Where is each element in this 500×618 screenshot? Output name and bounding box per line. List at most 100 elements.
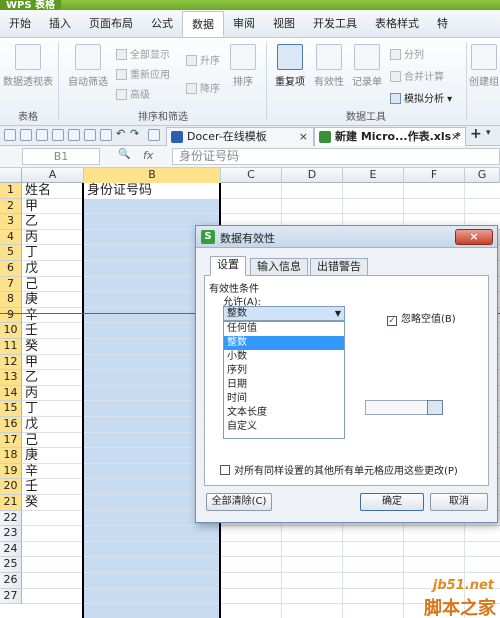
validity-button[interactable]: 有效性 xyxy=(312,44,346,88)
cell-a[interactable]: 乙 xyxy=(23,370,38,386)
column-header-a[interactable]: A xyxy=(22,168,84,183)
option-list[interactable]: 序列 xyxy=(224,364,344,378)
cell-a[interactable]: 丙 xyxy=(23,386,38,402)
row-header[interactable]: 16 xyxy=(0,417,22,433)
redo-icon[interactable]: ↷ xyxy=(130,127,142,140)
option-custom[interactable]: 自定义 xyxy=(224,420,344,434)
row-header[interactable]: 2 xyxy=(0,198,22,215)
zoom-icon[interactable]: 🔍 xyxy=(118,149,130,160)
doc-tab-workbook[interactable]: 新建 Micro...作表.xls * × xyxy=(314,127,466,146)
autofilter-button[interactable]: 自动筛选 xyxy=(64,44,112,88)
function-icon[interactable]: fx xyxy=(143,149,153,162)
cell-a[interactable]: 姓名 xyxy=(23,183,51,199)
cell-a[interactable]: 辛 xyxy=(23,308,38,324)
row-header[interactable]: 23 xyxy=(0,526,22,542)
create-group-button[interactable]: 创建组 xyxy=(468,44,500,88)
option-text-length[interactable]: 文本长度 xyxy=(224,406,344,420)
cell-a[interactable]: 壬 xyxy=(23,479,38,495)
cell-a[interactable]: 丁 xyxy=(23,401,38,417)
cell-a[interactable]: 乙 xyxy=(23,214,38,230)
row-header[interactable]: 15 xyxy=(0,401,22,417)
tab-page-layout[interactable]: 页面布局 xyxy=(80,10,142,37)
save-icon[interactable] xyxy=(36,129,48,141)
row-header[interactable]: 4 xyxy=(0,229,22,246)
quick-access-dropdown-icon[interactable] xyxy=(148,129,160,141)
new-tab-icon[interactable]: + xyxy=(470,126,482,142)
tab-more[interactable]: 特 xyxy=(428,10,457,37)
formula-input[interactable]: 身份证号码 xyxy=(172,148,500,165)
pivot-table-button[interactable]: 数据透视表 xyxy=(2,44,54,88)
cell-a[interactable]: 戊 xyxy=(23,261,38,277)
row-header[interactable]: 8 xyxy=(0,292,22,308)
cell-a[interactable]: 丙 xyxy=(23,230,38,246)
option-decimal[interactable]: 小数 xyxy=(224,350,344,364)
column-header-d[interactable]: D xyxy=(282,168,343,183)
row-header[interactable]: 12 xyxy=(0,354,22,371)
tab-settings[interactable]: 设置 xyxy=(210,256,246,276)
tab-developer[interactable]: 开发工具 xyxy=(304,10,366,37)
sort-ascending-button[interactable]: 升序 xyxy=(186,52,220,67)
sort-descending-button[interactable]: 降序 xyxy=(186,80,220,95)
advanced-filter-button[interactable]: 高级 xyxy=(116,86,150,101)
dialog-close-button[interactable]: × xyxy=(455,229,493,245)
consolidate-button[interactable]: 合并计算 xyxy=(390,68,444,83)
cell-a[interactable]: 戊 xyxy=(23,417,38,433)
cell-a[interactable]: 辛 xyxy=(23,464,38,480)
row-header[interactable]: 13 xyxy=(0,370,22,386)
cell-a[interactable]: 己 xyxy=(23,433,38,449)
row-header[interactable]: 17 xyxy=(0,432,22,449)
row-header[interactable]: 26 xyxy=(0,573,22,589)
show-all-button[interactable]: 全部显示 xyxy=(116,46,170,61)
row-header[interactable]: 19 xyxy=(0,463,22,480)
row-header[interactable]: 11 xyxy=(0,339,22,355)
preview-icon[interactable] xyxy=(84,129,96,141)
row-header[interactable]: 6 xyxy=(0,261,22,277)
row-header[interactable]: 20 xyxy=(0,479,22,495)
row-header[interactable]: 27 xyxy=(0,588,22,605)
app-name[interactable]: WPS 表格 xyxy=(0,0,62,11)
text-to-columns-button[interactable]: 分列 xyxy=(390,46,424,61)
close-tab-icon[interactable]: × xyxy=(299,128,308,146)
option-date[interactable]: 日期 xyxy=(224,378,344,392)
tab-home[interactable]: 开始 xyxy=(0,10,40,37)
column-header-c[interactable]: C xyxy=(221,168,282,183)
select-all-corner[interactable] xyxy=(0,168,22,183)
reapply-button[interactable]: 重新应用 xyxy=(116,66,170,81)
row-header[interactable]: 24 xyxy=(0,541,22,558)
range-picker-icon[interactable] xyxy=(427,400,443,415)
tab-menu-dropdown-icon[interactable]: ▾ xyxy=(486,128,491,138)
ignore-blank-checkbox[interactable]: ✓ 忽略空值(B) xyxy=(387,310,456,326)
undo-icon[interactable]: ↶ xyxy=(116,127,128,140)
new-file-icon[interactable] xyxy=(4,129,16,141)
cell-a[interactable]: 壬 xyxy=(23,323,38,339)
row-header[interactable]: 22 xyxy=(0,510,22,527)
tab-insert[interactable]: 插入 xyxy=(40,10,80,37)
option-time[interactable]: 时间 xyxy=(224,392,344,406)
tab-formulas[interactable]: 公式 xyxy=(142,10,182,37)
print-icon[interactable] xyxy=(68,129,80,141)
row-header[interactable]: 1 xyxy=(0,183,22,199)
dialog-title-bar[interactable]: S 数据有效性 × xyxy=(196,226,497,248)
tab-table-style[interactable]: 表格样式 xyxy=(366,10,428,37)
tab-view[interactable]: 视图 xyxy=(264,10,304,37)
sort-button[interactable]: 排序 xyxy=(228,44,258,88)
cell-a[interactable]: 甲 xyxy=(23,199,38,215)
cell-a[interactable]: 癸 xyxy=(23,339,38,355)
cell-a[interactable]: 甲 xyxy=(23,355,38,371)
name-box[interactable]: B1 xyxy=(22,148,100,165)
column-header-b[interactable]: B xyxy=(84,168,221,183)
cell-a[interactable]: 丁 xyxy=(23,245,38,261)
cell-a[interactable]: 己 xyxy=(23,277,38,293)
row-header[interactable]: 9 xyxy=(0,307,22,324)
doc-tab-docer[interactable]: Docer-在线模板 × xyxy=(166,127,314,146)
clear-all-button[interactable]: 全部清除(C) xyxy=(206,493,272,511)
apply-all-checkbox[interactable]: 对所有同样设置的其他所有单元格应用这些更改(P) xyxy=(220,462,458,477)
ok-button[interactable]: 确定 xyxy=(360,493,424,511)
row-header[interactable]: 25 xyxy=(0,557,22,573)
open-file-icon[interactable] xyxy=(20,129,32,141)
row-header[interactable]: 5 xyxy=(0,245,22,261)
tab-data[interactable]: 数据 xyxy=(182,11,224,37)
row-header[interactable]: 10 xyxy=(0,323,22,339)
cell-a[interactable]: 庚 xyxy=(23,448,38,464)
export-icon[interactable] xyxy=(52,129,64,141)
